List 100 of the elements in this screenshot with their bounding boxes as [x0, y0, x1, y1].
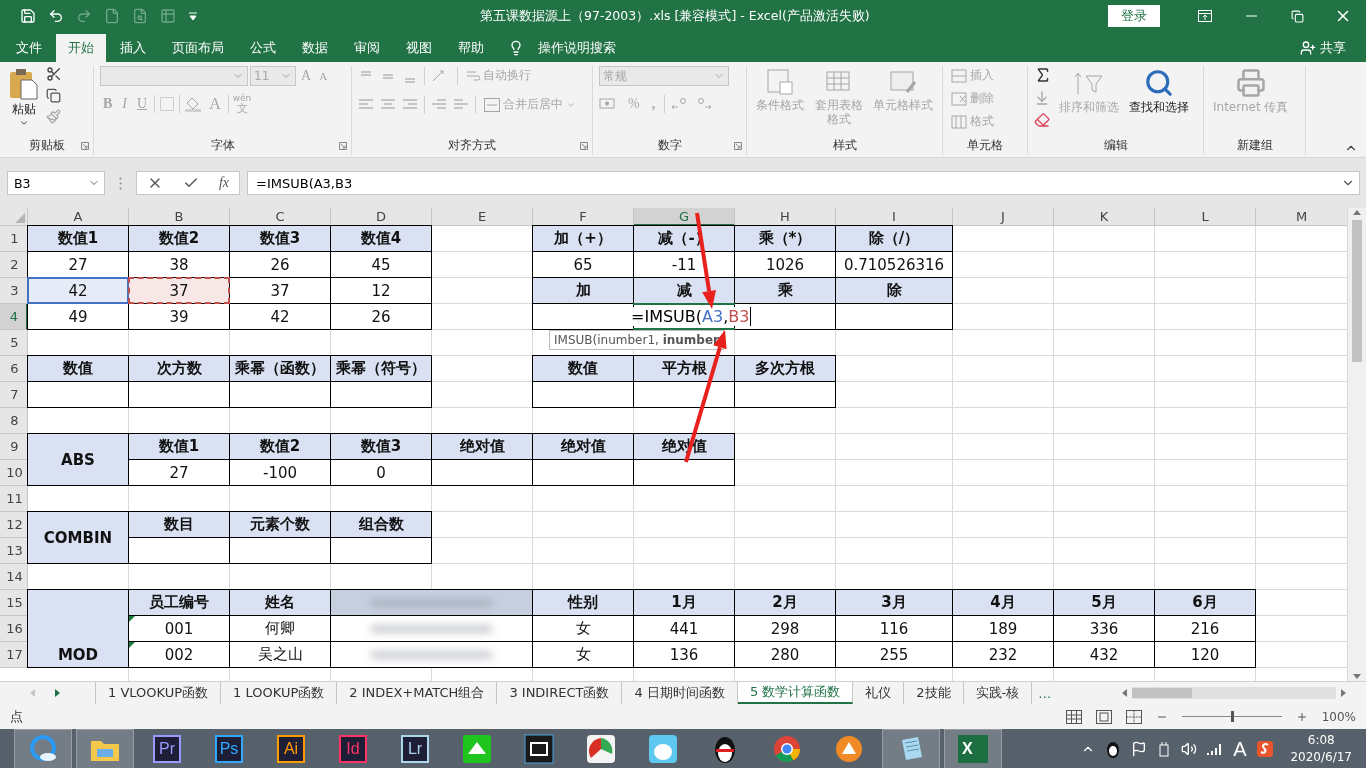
ribbon-tab[interactable]: 帮助 [446, 34, 496, 62]
paste-label: 粘贴 [12, 102, 36, 116]
page-break-button[interactable] [1125, 709, 1142, 724]
row-header[interactable]: 6 [0, 356, 28, 382]
drag-handle-icon[interactable] [119, 177, 122, 190]
header-cell: 4月 [952, 589, 1054, 616]
ribbon-tab[interactable]: 插入 [108, 34, 158, 62]
row-header[interactable]: 10 [0, 460, 28, 486]
row-header[interactable]: 1 [0, 226, 28, 252]
row-header[interactable]: 2 [0, 252, 28, 278]
column-header[interactable]: L [1155, 208, 1256, 226]
column-header[interactable]: A [28, 208, 129, 226]
editing-label: 排序和筛选 [1059, 100, 1119, 114]
row-header[interactable]: 14 [0, 564, 28, 590]
next-sheet-button[interactable] [54, 689, 60, 697]
penguin-icon[interactable] [1105, 740, 1122, 758]
column-header[interactable]: B [129, 208, 230, 226]
format-painter-icon[interactable] [46, 109, 61, 124]
ribbon-tab[interactable]: 页面布局 [160, 34, 236, 62]
dialog-launcher-icon[interactable] [339, 142, 347, 150]
row-header[interactable]: 11 [0, 486, 28, 512]
column-header[interactable]: F [533, 208, 634, 226]
fill-icon[interactable] [1034, 90, 1050, 106]
ribbon-tab[interactable]: 数据 [290, 34, 340, 62]
dialog-launcher-icon[interactable] [81, 142, 89, 150]
scrollbar-thumb[interactable] [1132, 688, 1192, 698]
column-header[interactable]: M [1256, 208, 1347, 226]
decrease-decimal-icon[interactable] [695, 97, 714, 111]
taskbar-button[interactable]: X [944, 729, 1002, 768]
taskbar-button[interactable]: Lr [386, 729, 444, 768]
row-header[interactable]: 12 [0, 512, 28, 538]
clock-button[interactable]: 6:08 2020/6/17 [1284, 732, 1352, 766]
style-label: 单元格样式 [873, 98, 933, 112]
zoom-in-button[interactable] [1295, 710, 1308, 723]
find-select-button[interactable]: 查找和选择 [1126, 66, 1192, 116]
fill-color-icon[interactable] [184, 96, 203, 112]
dialog-launcher-icon[interactable] [580, 142, 588, 150]
column-header[interactable]: D [331, 208, 432, 226]
column-header[interactable]: I [836, 208, 953, 226]
column-header[interactable]: H [735, 208, 836, 226]
header-cell: 元素个数 [229, 511, 331, 538]
scroll-right-button[interactable] [1340, 688, 1348, 698]
sign-in-button[interactable]: 登录 [1108, 5, 1160, 27]
tell-me-search[interactable]: 操作说明搜索 [532, 34, 622, 62]
page-layout-button[interactable] [1095, 709, 1112, 724]
paste-button[interactable]: 粘贴 [6, 66, 42, 130]
row-header[interactable]: 9 [0, 434, 28, 460]
insert-function-button[interactable]: fx [218, 175, 229, 191]
taskbar-button[interactable]: Ps [200, 729, 258, 768]
input-method-icon[interactable] [1256, 740, 1275, 758]
taskbar-button[interactable]: Ai [262, 729, 320, 768]
ribbon-tab[interactable]: 公式 [238, 34, 288, 62]
header-cell: 3月 [835, 589, 953, 616]
taskbar-button[interactable]: Id [324, 729, 382, 768]
zoom-level[interactable]: 100% [1321, 709, 1356, 724]
scroll-left-button[interactable] [1120, 688, 1128, 698]
taskbar-button[interactable]: Pr [138, 729, 196, 768]
dialog-launcher-icon[interactable] [734, 142, 742, 150]
copy-icon[interactable] [46, 88, 61, 103]
ribbon-tab[interactable]: 审阅 [342, 34, 392, 62]
app-icon: Pr [153, 735, 181, 763]
row-header[interactable]: 7 [0, 382, 28, 408]
ribbon-tab[interactable]: 开始 [56, 34, 106, 62]
row-header[interactable]: 17 [0, 642, 28, 668]
row-header[interactable]: 3 [0, 278, 28, 304]
normal-view-button[interactable] [1065, 709, 1082, 724]
right-arrow-icon [1340, 688, 1348, 698]
row-header[interactable]: 16 [0, 616, 28, 642]
share-button[interactable]: 共享 [1294, 34, 1352, 62]
ribbon-tab[interactable]: 文件 [4, 34, 54, 62]
column-header[interactable]: E [432, 208, 533, 226]
input-method-button[interactable]: A [1233, 737, 1247, 761]
sheet-tab[interactable]: 5 数学计算函数 [737, 682, 854, 704]
ribbon-tab[interactable]: 视图 [394, 34, 444, 62]
column-header[interactable]: K [1054, 208, 1155, 226]
eraser-icon[interactable] [1034, 112, 1050, 128]
row-header[interactable]: 13 [0, 538, 28, 564]
scrollbar-thumb[interactable] [1352, 220, 1362, 362]
row-header[interactable]: 4 [0, 304, 28, 330]
more-sheets-button[interactable]: … [1032, 682, 1058, 704]
volume-icon[interactable] [1181, 741, 1198, 757]
formula-field[interactable]: =IMSUB(A3,B3 [247, 171, 1360, 195]
scroll-up-button[interactable] [1352, 208, 1362, 216]
column-header[interactable]: G [634, 208, 735, 226]
row-header[interactable]: 15 [0, 590, 28, 616]
column-header[interactable]: J [953, 208, 1054, 226]
header-cell: 性别 [532, 589, 634, 616]
cells-label: 插入 [970, 67, 994, 84]
header-cell: 绝对值 [532, 433, 634, 460]
row-header[interactable]: 5 [0, 330, 28, 356]
name-box[interactable]: B3 [7, 171, 105, 195]
scroll-down-button[interactable] [1352, 673, 1362, 681]
formula-input-cell[interactable]: =IMSUB(A3,B3 [631, 307, 752, 326]
row-header[interactable]: 8 [0, 408, 28, 434]
column-header[interactable]: C [230, 208, 331, 226]
signal-icon[interactable] [1207, 742, 1224, 756]
cut-icon[interactable] [46, 66, 62, 82]
power-icon[interactable] [1157, 741, 1172, 757]
flag-icon[interactable] [1131, 741, 1148, 757]
zoom-slider-thumb[interactable] [1230, 711, 1234, 722]
